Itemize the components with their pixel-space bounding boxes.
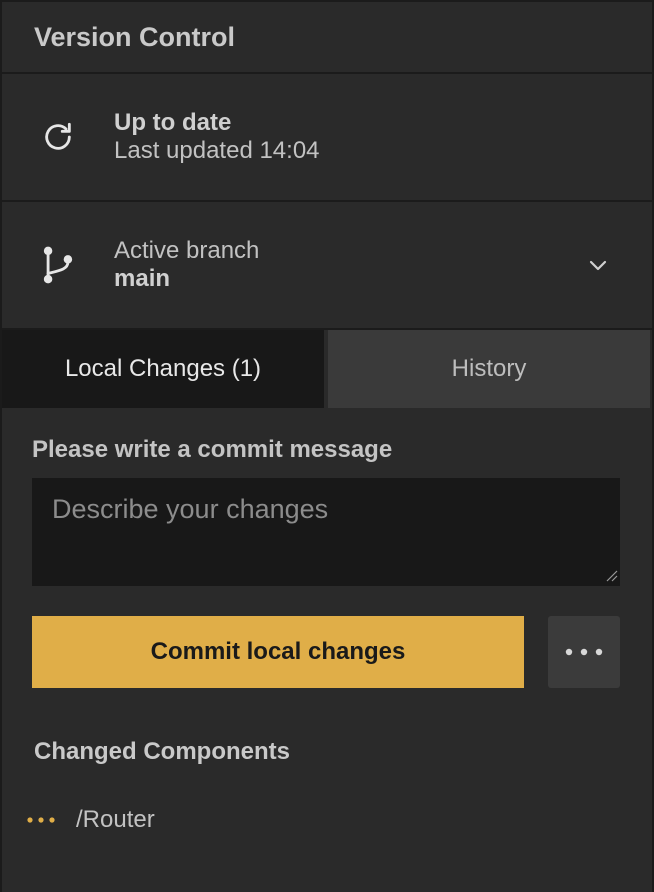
git-branch-icon (2, 245, 114, 285)
commit-message-label: Please write a commit message (32, 436, 393, 463)
chevron-down-icon[interactable] (584, 251, 612, 279)
changed-components-title: Changed Components (34, 738, 290, 765)
commit-button[interactable]: Commit local changes (32, 616, 524, 688)
sync-status-title: Up to date (114, 109, 232, 136)
active-branch-row[interactable]: Active branch main (2, 202, 652, 330)
last-updated-text: Last updated 14:04 (114, 137, 320, 164)
commit-section: Please write a commit message Commit loc… (2, 408, 652, 834)
sync-status-row: Up to date Last updated 14:04 (2, 74, 652, 202)
active-branch-label: Active branch (114, 237, 260, 264)
tab-history[interactable]: History (324, 330, 650, 408)
changes-tabs: Local Changes (1) History (2, 330, 652, 408)
refresh-icon[interactable] (2, 120, 114, 154)
panel-title: Version Control (34, 21, 236, 52)
list-item[interactable]: /Router (26, 806, 620, 834)
version-control-panel: Version Control Up to date Last updated … (0, 0, 654, 892)
resize-grip-icon[interactable] (604, 568, 618, 582)
branch-name: main (114, 265, 171, 292)
modified-dots-icon (26, 816, 76, 824)
commit-message-input[interactable] (32, 478, 620, 586)
component-name: /Router (76, 806, 155, 833)
more-horizontal-icon[interactable] (548, 616, 620, 688)
tab-local-changes[interactable]: Local Changes (1) (2, 330, 324, 408)
panel-header: Version Control (2, 2, 652, 74)
